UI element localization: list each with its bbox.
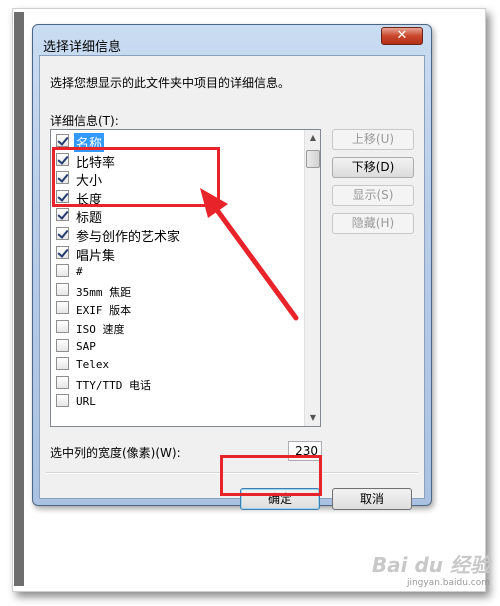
- dialog-body: 选择您想显示的此文件夹中项目的详细信息。 详细信息(T): 名称 比特率 大小 长度标…: [39, 55, 425, 510]
- close-icon: ✕: [396, 28, 408, 43]
- item-checkbox[interactable]: [56, 338, 69, 352]
- instruction-text: 选择您想显示的此文件夹中项目的详细信息。: [50, 76, 291, 90]
- item-checkbox[interactable]: [56, 301, 69, 315]
- item-label: 唱片集: [76, 248, 116, 264]
- scroll-thumb[interactable]: [306, 150, 320, 168]
- item-checkbox[interactable]: [56, 208, 69, 222]
- list-item[interactable]: TTY/TTD 电话: [51, 374, 305, 393]
- item-label: 35mm 焦距: [76, 285, 132, 299]
- scroll-down-arrow-icon[interactable]: ▼: [306, 411, 320, 425]
- list-scrollbar[interactable]: ▲ ▼: [304, 130, 320, 426]
- close-button[interactable]: ✕: [381, 27, 423, 45]
- item-checkbox[interactable]: [56, 394, 69, 408]
- move-up-button[interactable]: 上移(U): [332, 129, 414, 150]
- item-checkbox[interactable]: [56, 245, 69, 259]
- show-button[interactable]: 显示(S): [332, 185, 414, 206]
- frame-edge: [14, 12, 24, 586]
- watermark-url: jingyan.baidu.com: [406, 578, 490, 588]
- dialog-title: 选择详细信息: [43, 40, 122, 55]
- item-checkbox[interactable]: [56, 357, 69, 371]
- item-label: ISO 速度: [76, 323, 125, 336]
- watermark: Bai du 经验 jingyan.baidu.com: [372, 549, 490, 588]
- item-label: TTY/TTD 电话: [76, 378, 151, 392]
- list-item[interactable]: 唱片集: [51, 244, 305, 264]
- item-label: Telex: [76, 358, 110, 372]
- list-item[interactable]: URL: [51, 392, 305, 411]
- item-label: EXIF 版本: [76, 304, 132, 318]
- watermark-brand: Bai du 经验: [371, 553, 490, 577]
- list-item[interactable]: ISO 速度: [51, 318, 305, 337]
- item-checkbox[interactable]: [56, 320, 69, 333]
- scroll-up-arrow-icon[interactable]: ▲: [306, 131, 320, 145]
- list-item[interactable]: 标题: [51, 206, 305, 227]
- hide-button[interactable]: 隐藏(H): [332, 213, 414, 234]
- list-item[interactable]: 参与创作的艺术家: [51, 225, 305, 245]
- item-checkbox[interactable]: [56, 134, 69, 147]
- item-label: SAP: [76, 339, 96, 353]
- list-item[interactable]: 35mm 焦距: [51, 281, 305, 300]
- item-checkbox[interactable]: [56, 264, 69, 278]
- highlight-box-items: [52, 147, 220, 207]
- highlight-box-ok: [220, 455, 322, 496]
- list-item[interactable]: Telex: [51, 355, 305, 374]
- item-label: #: [76, 265, 83, 279]
- item-label: URL: [76, 395, 96, 409]
- cancel-button[interactable]: 取消: [332, 488, 412, 510]
- column-width-label: 选中列的宽度(像素)(W):: [50, 446, 181, 460]
- list-item[interactable]: SAP: [51, 337, 305, 356]
- item-checkbox[interactable]: [56, 375, 69, 389]
- details-label: 详细信息(T):: [50, 114, 119, 128]
- item-label: 标题: [76, 211, 103, 227]
- item-label: 参与创作的艺术家: [76, 230, 181, 245]
- list-item[interactable]: #: [51, 262, 305, 281]
- item-checkbox[interactable]: [56, 282, 69, 296]
- item-checkbox[interactable]: [56, 227, 69, 240]
- choose-details-dialog: 选择详细信息 ✕ 选择您想显示的此文件夹中项目的详细信息。 详细信息(T): 名…: [32, 24, 432, 510]
- title-bar[interactable]: 选择详细信息 ✕: [33, 25, 431, 57]
- list-item[interactable]: EXIF 版本: [51, 299, 305, 318]
- move-down-button[interactable]: 下移(D): [332, 157, 414, 178]
